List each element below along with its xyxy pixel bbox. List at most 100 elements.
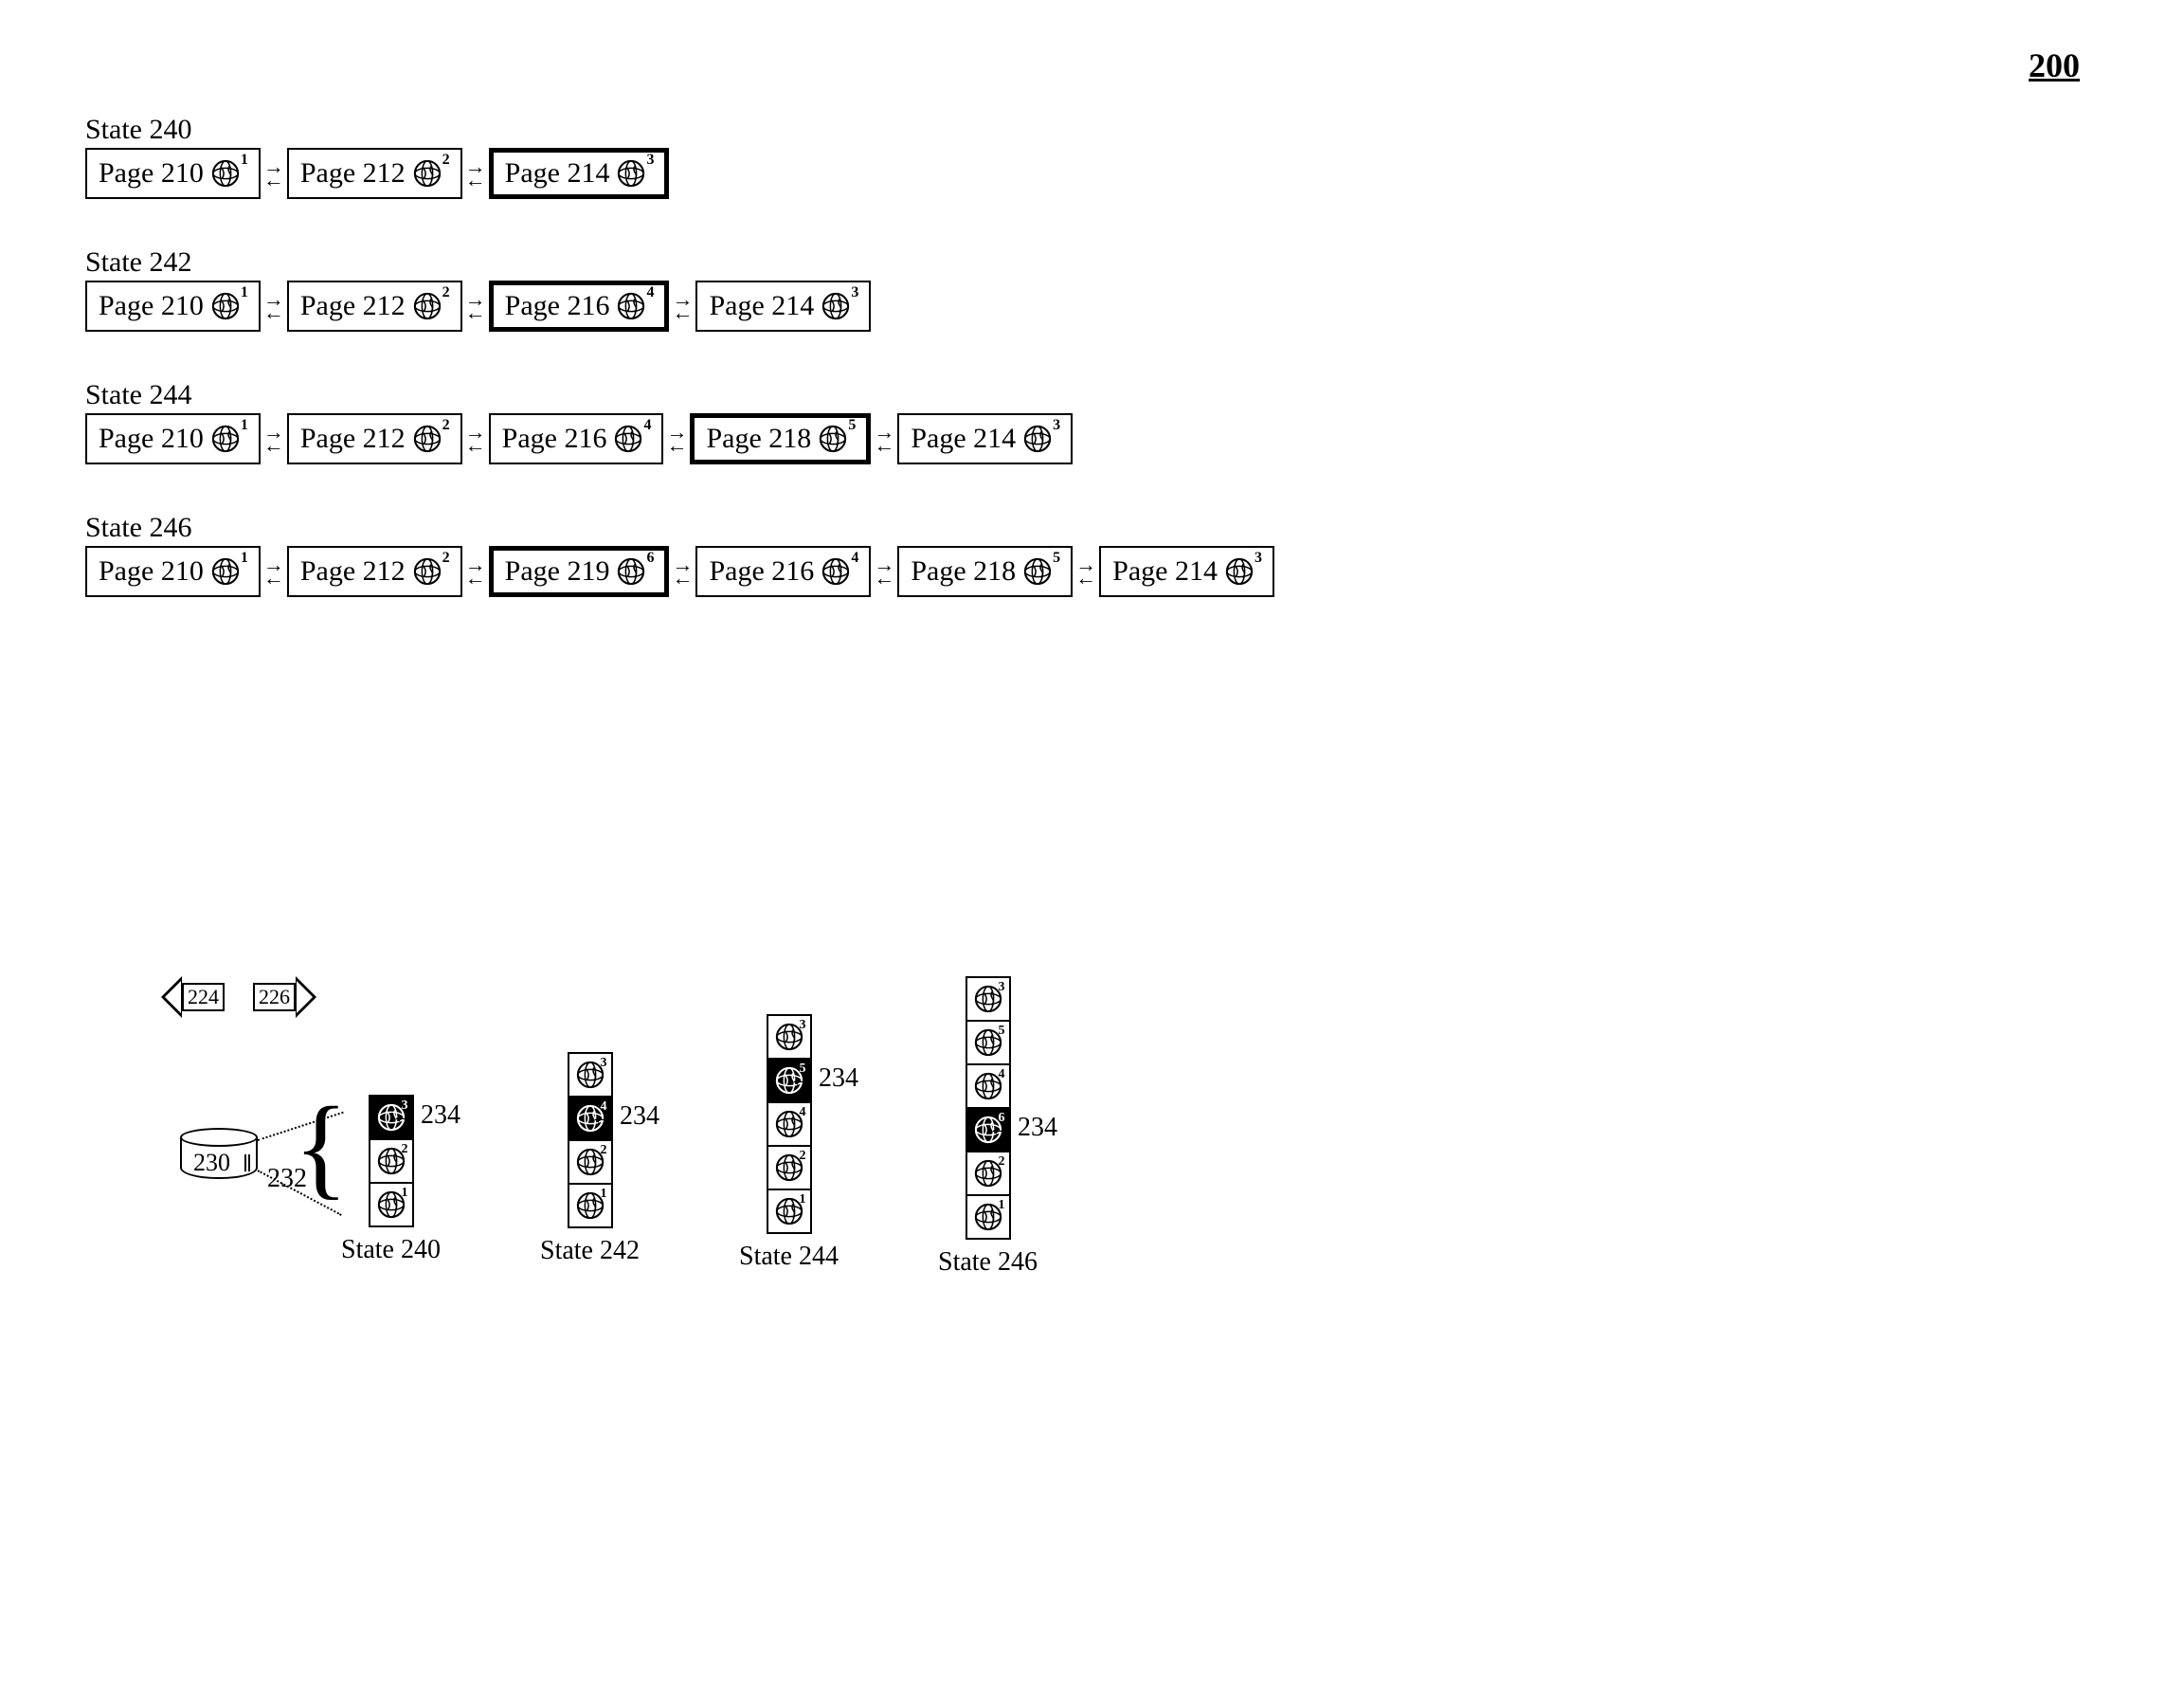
annotation-label: 234 (1018, 1113, 1057, 1143)
globe-icon (211, 425, 240, 453)
cell-superscript: 2 (601, 1143, 607, 1158)
stack-cell: 4 (767, 1101, 812, 1147)
stack-cell: 1 (568, 1183, 613, 1228)
cell-superscript: 3 (601, 1056, 607, 1071)
page-label: Page 214 (505, 157, 610, 190)
state-block: State 242Page 2101Page 2122Page 2164Page… (57, 246, 2127, 332)
stack-cell: 2 (568, 1139, 613, 1185)
annotation: 234 (788, 1063, 858, 1094)
page-label: Page 212 (300, 157, 406, 190)
figure-number: 200 (2029, 45, 2080, 85)
globe-icon (617, 557, 645, 586)
page-label: Page 214 (911, 423, 1016, 455)
page-label: Page 214 (709, 290, 814, 322)
cell-superscript: 1 (800, 1192, 806, 1207)
page-box: Page 2122 (287, 413, 462, 464)
page-superscript: 3 (646, 152, 654, 169)
stack: 3421 (568, 1052, 613, 1228)
globe-icon (211, 557, 240, 586)
page-row: Page 210 1 Page 2122 Page 2164 Page 2185 Page… (85, 413, 2127, 464)
page-box: Page 214 3 (489, 148, 670, 199)
annotation-label: 234 (620, 1101, 659, 1132)
forward-arrow-label: 226 (253, 983, 296, 1011)
arrow-left-icon (390, 1100, 421, 1131)
page-superscript: 4 (646, 284, 654, 301)
globe-icon (617, 159, 645, 188)
bidirectional-arrow (669, 546, 695, 597)
globe-icon (413, 557, 442, 586)
annotation-label: 234 (421, 1100, 460, 1131)
page-box: Page 2122 (287, 281, 462, 332)
stack-cell: 3 (568, 1052, 613, 1098)
stack-cell: 1 (369, 1182, 414, 1227)
annotation: 234 (390, 1100, 460, 1131)
arrow-left-icon (788, 1063, 819, 1094)
page-label: Page 219 (505, 555, 610, 588)
page-superscript: 2 (442, 550, 450, 567)
back-arrow[interactable]: 224 (161, 976, 225, 1018)
globe-icon (614, 425, 642, 453)
state-block: State 240Page 2101Page 2122Page 2143 (57, 114, 2127, 199)
globe-icon (211, 292, 240, 320)
page-box: Page 2122 (287, 148, 462, 199)
cell-superscript: 2 (800, 1149, 806, 1164)
bidirectional-arrow (1073, 546, 1099, 597)
state-block: State 244Page 2101Page 2122Page 2164Page… (57, 379, 2127, 464)
page-superscript: 3 (1053, 417, 1060, 434)
bidirectional-arrow (663, 413, 690, 464)
arrow-left-icon (987, 1113, 1018, 1143)
database-label: 230 (193, 1149, 230, 1177)
brace-label: 232 (267, 1164, 307, 1194)
annotation-label: 234 (819, 1063, 858, 1094)
page-box: Page 2101 (85, 148, 261, 199)
cell-superscript: 1 (999, 1198, 1005, 1213)
page-box: Page 2164 (489, 281, 670, 332)
page-box: Page 2143 (1099, 546, 1274, 597)
globe-icon (819, 425, 847, 453)
nav-arrows: 224 226 (161, 976, 316, 1018)
bidirectional-arrow (871, 546, 897, 597)
page-label: Page 212 (300, 555, 406, 588)
bidirectional-arrow (261, 281, 287, 332)
bidirectional-arrow (261, 413, 287, 464)
cell-superscript: 4 (999, 1067, 1005, 1082)
page-row: Page 2101 Page 212 2 Page 2196 Page 2164 Page… (85, 546, 2127, 597)
globe-icon (413, 159, 442, 188)
state-chains: State 240Page 2101Page 2122Page 2143Stat… (57, 114, 2127, 597)
page-label: Page 210 (99, 423, 204, 455)
page-box: Page 2185 (690, 413, 871, 464)
globe-icon (1023, 425, 1052, 453)
stack-label: State 242 (540, 1236, 640, 1266)
page-superscript: 1 (241, 284, 248, 301)
bidirectional-arrow (871, 413, 897, 464)
page-box: Page 2164 (695, 546, 871, 597)
bidirectional-arrow (462, 281, 489, 332)
stack-cell: 2 (369, 1138, 414, 1184)
globe-icon (617, 292, 645, 320)
page-superscript: 2 (442, 284, 450, 301)
page-superscript: 2 (442, 417, 450, 434)
state-label: State 242 (85, 246, 2127, 279)
database-icon: 230 (180, 1128, 258, 1187)
page-superscript: 1 (241, 417, 248, 434)
page-box: Page 212 2 (287, 546, 462, 597)
page-box: Page 2196 (489, 546, 670, 597)
page-row: Page 2101Page 2122Page 2164Page 2143 (85, 281, 2127, 332)
stack-group: 354621State 246234 (938, 976, 1038, 1278)
cell-superscript: 4 (800, 1105, 806, 1120)
page-superscript: 1 (241, 152, 248, 169)
stack: 354621 (966, 976, 1011, 1240)
page-box: Page 2101 (85, 546, 261, 597)
bidirectional-arrow (261, 148, 287, 199)
stack-cell: 2 (966, 1151, 1011, 1196)
forward-arrow[interactable]: 226 (253, 976, 316, 1018)
stack-group: 3421State 242234 (540, 1052, 640, 1266)
state-block: State 246Page 2101Page 2122Page 2196Page… (57, 512, 2127, 597)
page-box: Page 2164 (489, 413, 664, 464)
state-label: State 246 (85, 512, 2127, 544)
globe-icon (821, 292, 850, 320)
stack-cell: 3 (767, 1014, 812, 1060)
page-label: Page 210 (99, 555, 204, 588)
globe-icon (821, 557, 850, 586)
stack-cell: 1 (966, 1194, 1011, 1240)
